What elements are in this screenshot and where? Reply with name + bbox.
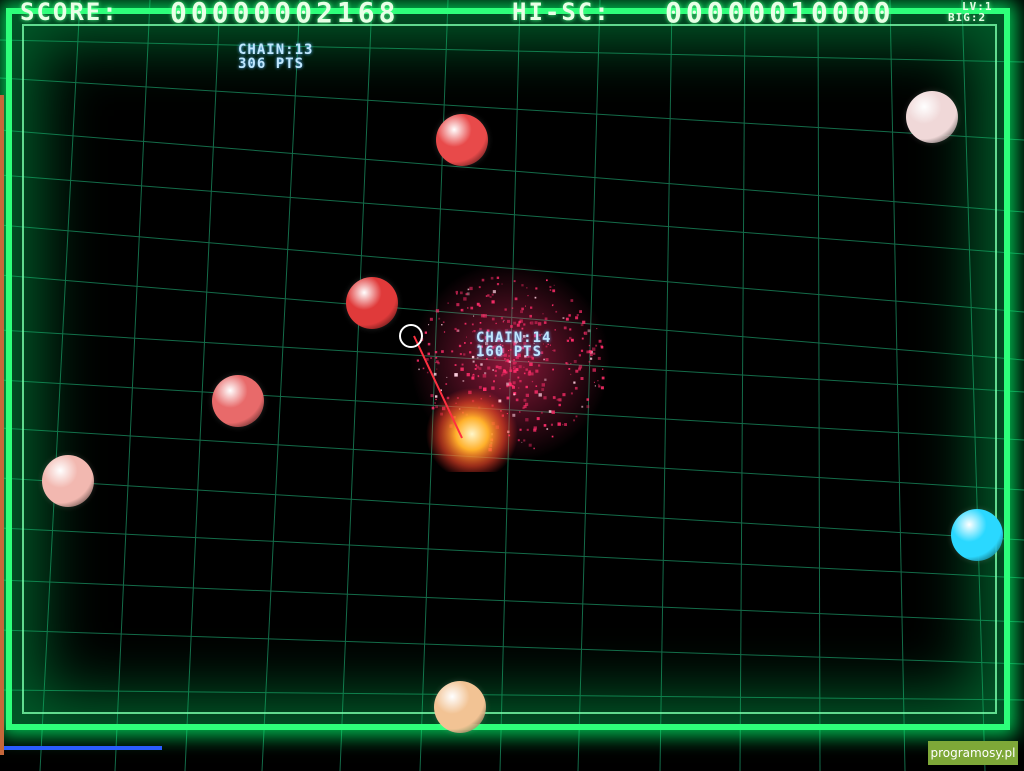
explosion-particles <box>410 262 610 472</box>
hiscore-label: HI-SC: <box>512 0 611 26</box>
big-counter: BIG:2 <box>948 11 987 24</box>
score-label: SCORE: <box>20 0 119 26</box>
bottom-power-bar <box>4 746 162 750</box>
game-stage[interactable]: SCORE: 00000002168 HI-SC: 00000010000 LV… <box>0 0 1024 771</box>
tan-ball-bottom[interactable] <box>434 681 486 733</box>
white-ball-topright[interactable] <box>906 91 958 143</box>
chain-count: CHAIN:13 <box>238 42 314 58</box>
red-ball-center[interactable] <box>346 277 398 329</box>
aim-reticle <box>399 324 423 348</box>
chain-popup: CHAIN:14 160 PTS <box>476 331 551 359</box>
cyan-ball-right[interactable] <box>951 509 1003 561</box>
chain-points: 160 PTS <box>476 344 543 360</box>
chain-count: CHAIN:14 <box>476 330 552 346</box>
peach-ball-leftedge[interactable] <box>42 455 94 507</box>
pink-ball-left[interactable] <box>212 375 264 427</box>
left-energy-bar <box>0 95 4 755</box>
watermark: programosy.pl <box>928 741 1018 765</box>
red-ball-top[interactable] <box>436 114 488 166</box>
hiscore-value: 00000010000 <box>665 0 895 29</box>
chain-popup: CHAIN:13 306 PTS <box>238 43 313 71</box>
chain-points: 306 PTS <box>238 56 305 72</box>
score-value: 00000002168 <box>170 0 400 29</box>
